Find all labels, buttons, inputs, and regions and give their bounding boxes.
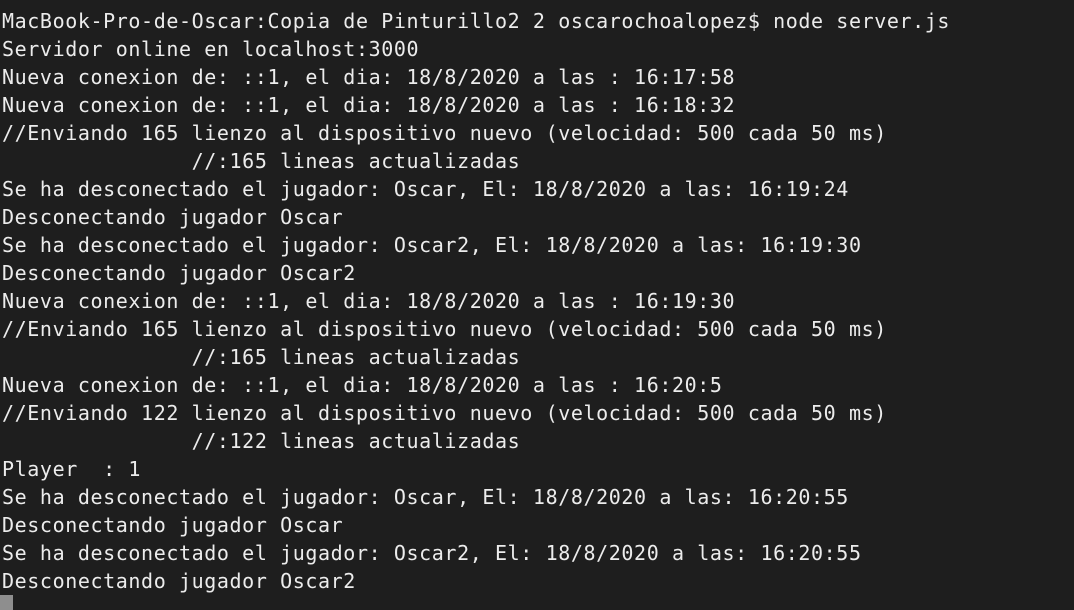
terminal-prompt-line: MacBook-Pro-de-Oscar:Copia de Pinturillo…: [2, 9, 951, 33]
terminal-output-line: Desconectando jugador Oscar: [2, 513, 344, 537]
terminal-output-line: Desconectando jugador Oscar: [2, 205, 344, 229]
terminal-output-line: //Enviando 165 lienzo al dispositivo nue…: [2, 121, 887, 145]
terminal-output-line: Desconectando jugador Oscar2: [2, 261, 356, 285]
terminal-window[interactable]: MacBook-Pro-de-Oscar:Copia de Pinturillo…: [0, 0, 1074, 610]
terminal-output-line: Nueva conexion de: ::1, el dia: 18/8/202…: [2, 93, 736, 117]
terminal-output-line: Se ha desconectado el jugador: Oscar, El…: [2, 485, 849, 509]
terminal-output-line: Nueva conexion de: ::1, el dia: 18/8/202…: [2, 373, 723, 397]
terminal-output-line: Nueva conexion de: ::1, el dia: 18/8/202…: [2, 289, 736, 313]
terminal-cursor: [0, 595, 13, 610]
terminal-output-line: Se ha desconectado el jugador: Oscar2, E…: [2, 541, 862, 565]
terminal-output-line: //:122 lineas actualizadas: [2, 429, 521, 453]
terminal-output-line: Se ha desconectado el jugador: Oscar, El…: [2, 177, 849, 201]
terminal-output-line: //:165 lineas actualizadas: [2, 345, 521, 369]
terminal-output-line: //Enviando 165 lienzo al dispositivo nue…: [2, 317, 887, 341]
terminal-output-line: Se ha desconectado el jugador: Oscar2, E…: [2, 233, 862, 257]
terminal-output-line: Nueva conexion de: ::1, el dia: 18/8/202…: [2, 65, 736, 89]
terminal-output-line: Servidor online en localhost:3000: [2, 37, 420, 61]
terminal-output-line: //Enviando 122 lienzo al dispositivo nue…: [2, 401, 887, 425]
terminal-output-line: //:165 lineas actualizadas: [2, 149, 521, 173]
terminal-output-line: Desconectando jugador Oscar2: [2, 569, 356, 593]
terminal-output-line: Player : 1: [2, 457, 142, 481]
